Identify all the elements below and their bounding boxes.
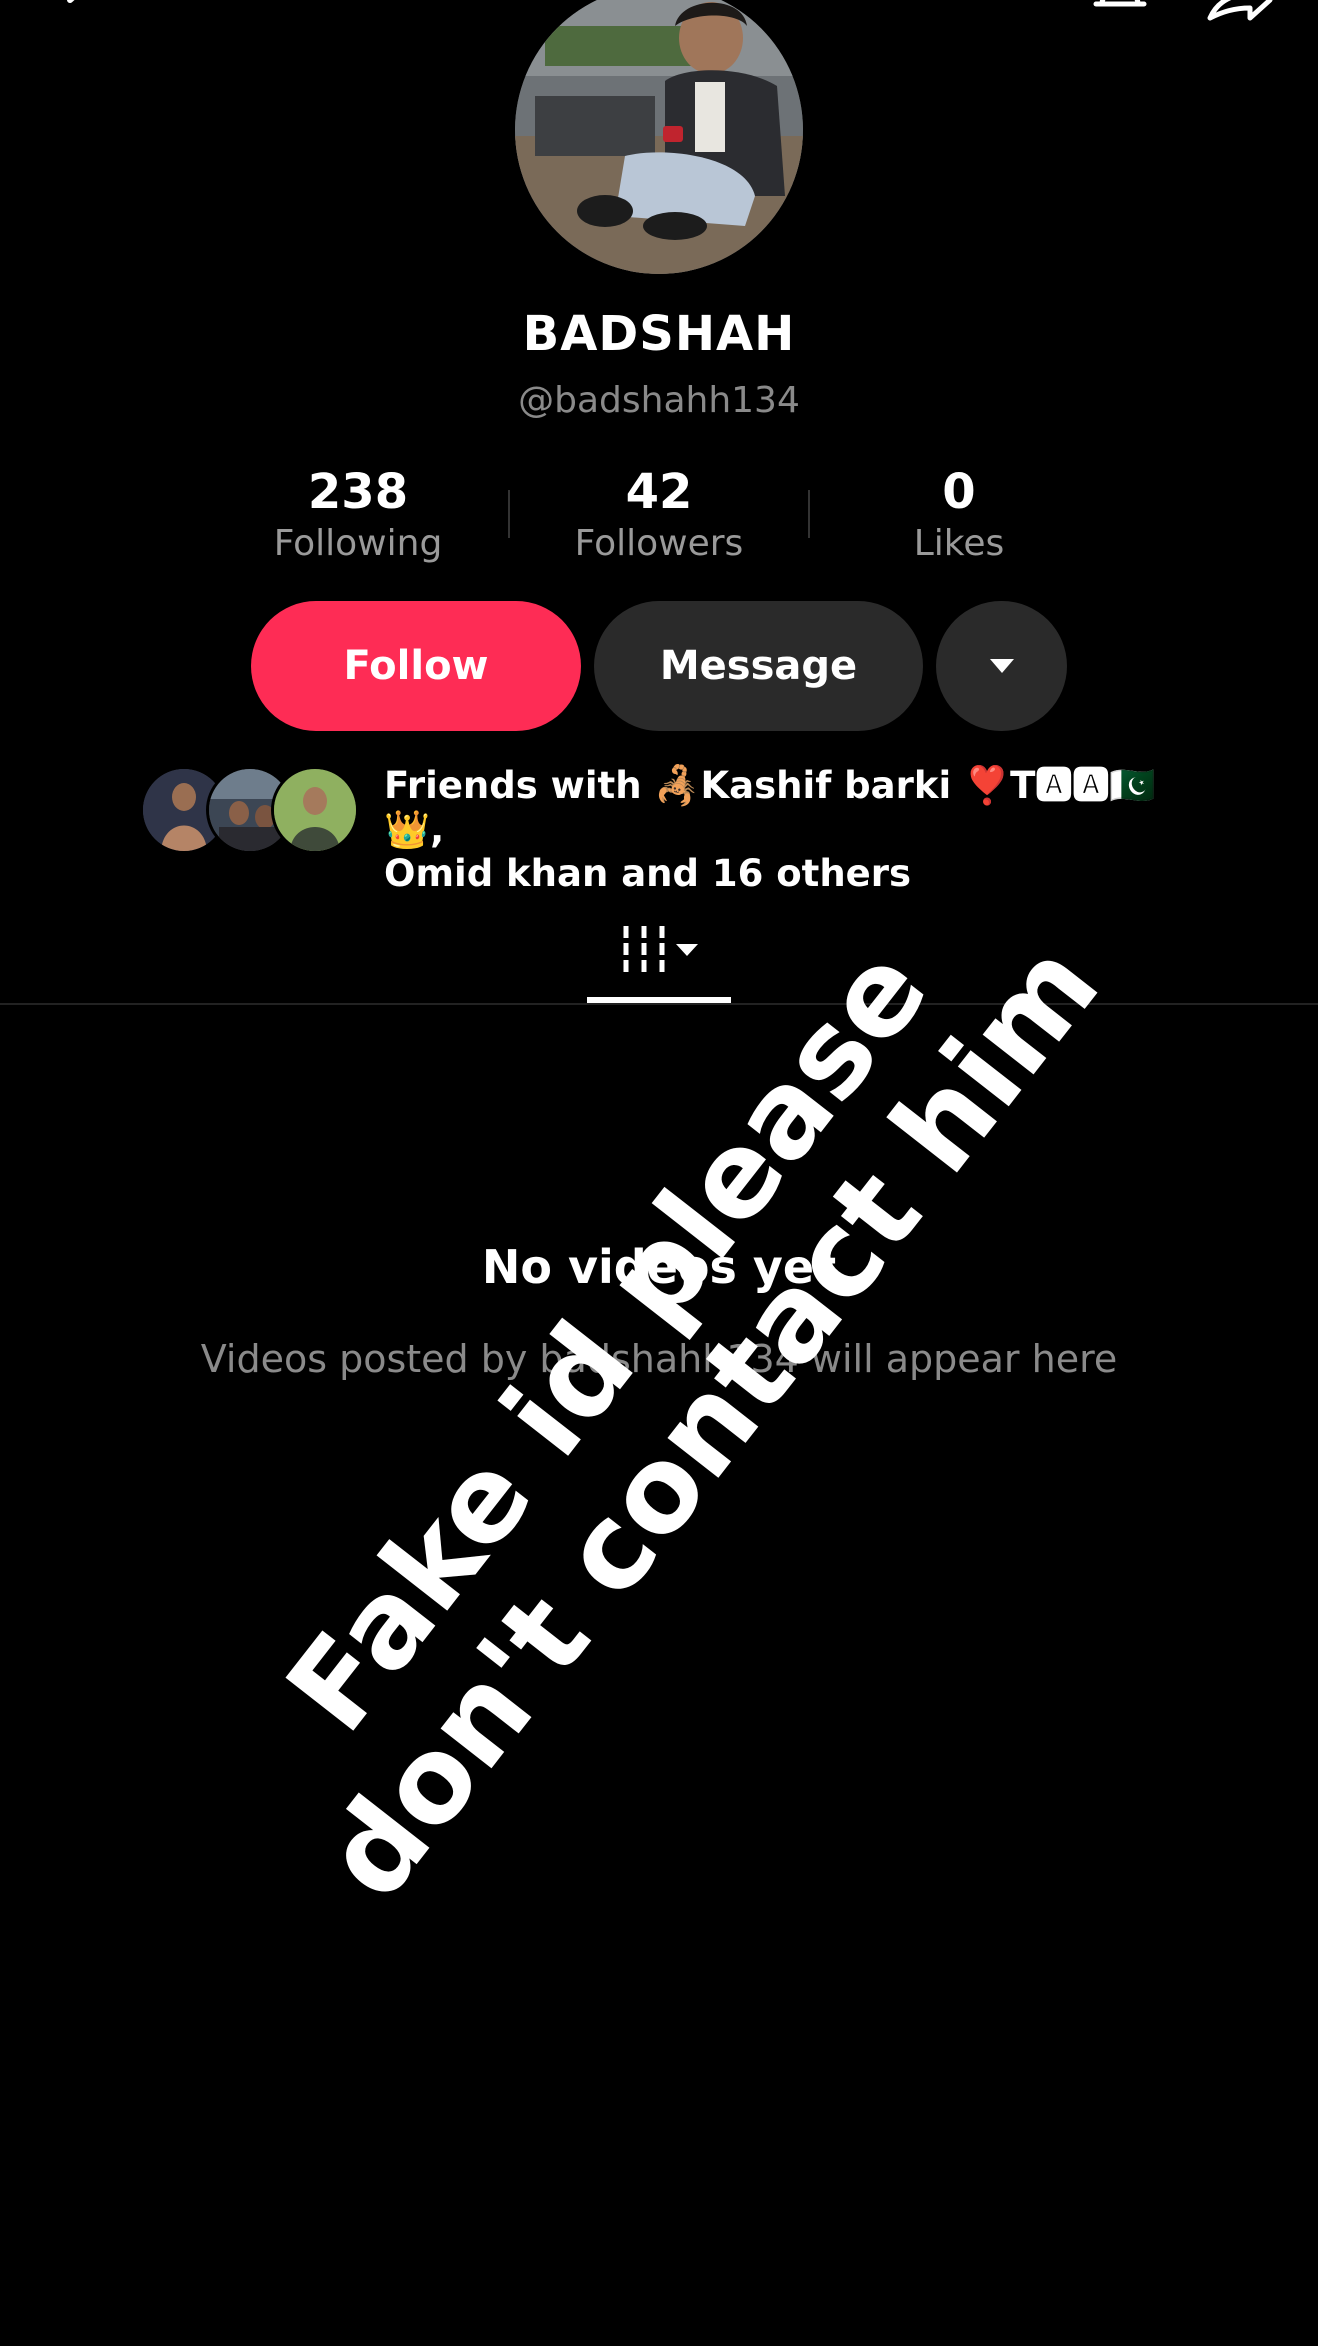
dropdown-icon (989, 659, 1014, 673)
username-handle: @badshahh134 (518, 380, 800, 421)
following-stat[interactable]: 238 Following (228, 462, 488, 566)
stat-divider (508, 490, 510, 538)
back-icon[interactable] (58, 0, 98, 24)
grid-icon (623, 926, 698, 972)
followers-stat[interactable]: 42 Followers (529, 462, 789, 566)
friends-line-1: Friends with 🦂Kashif barki ❣️T🅰🅰🇵🇰👑, (384, 764, 1156, 851)
likes-count: 0 (942, 464, 976, 520)
friend-avatar[interactable] (271, 766, 359, 854)
bell-icon[interactable] (1088, 0, 1152, 30)
tab-active-indicator (587, 997, 731, 1003)
display-name: BADSHAH (522, 306, 796, 362)
likes-stat[interactable]: 0 Likes (829, 462, 1089, 566)
more-options-button[interactable] (936, 601, 1067, 731)
following-count: 238 (307, 464, 409, 520)
message-button[interactable]: Message (594, 601, 923, 731)
avatar[interactable] (515, 0, 803, 274)
followers-label: Followers (574, 523, 744, 564)
friends-text[interactable]: Friends with 🦂Kashif barki ❣️T🅰🅰🇵🇰👑, Omi… (384, 764, 1204, 896)
likes-label: Likes (913, 523, 1005, 564)
following-label: Following (273, 523, 443, 564)
followers-count: 42 (625, 464, 693, 520)
follow-button[interactable]: Follow (251, 601, 581, 731)
stat-divider (808, 490, 810, 538)
share-icon[interactable] (1204, 0, 1274, 30)
tab-videos[interactable] (587, 910, 731, 990)
